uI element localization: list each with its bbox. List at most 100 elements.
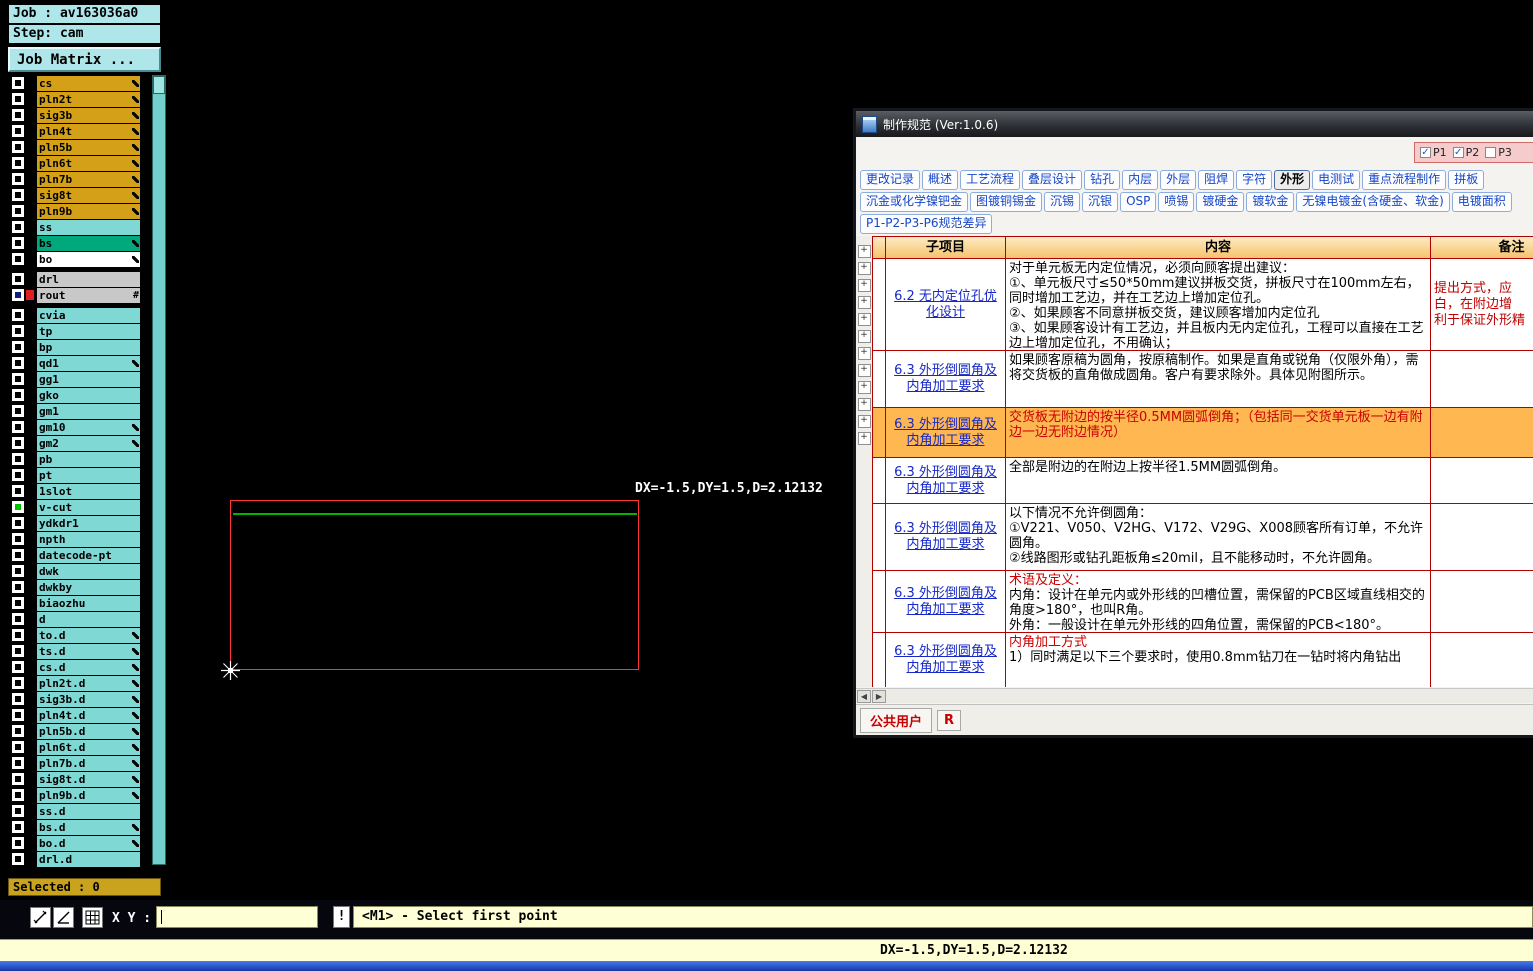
layer-row[interactable]: pln5b.d bbox=[8, 723, 150, 739]
layer-name-label[interactable]: drl bbox=[37, 271, 140, 287]
spec-tab[interactable]: 外层 bbox=[1160, 170, 1197, 190]
spec-tab[interactable]: 字符 bbox=[1236, 170, 1273, 190]
layer-name-label[interactable]: gko bbox=[37, 387, 140, 403]
layer-name-label[interactable]: pb bbox=[37, 451, 140, 467]
layer-visibility-checkbox[interactable] bbox=[12, 661, 24, 673]
layer-visibility-checkbox[interactable] bbox=[12, 125, 24, 137]
layer-name-label[interactable]: biaozhu bbox=[37, 595, 140, 611]
spec-table-row[interactable]: 6.2 无内定位孔优化设计 对于单元板无内定位情况，必须向顾客提出建议： ①、单… bbox=[873, 259, 1533, 351]
layer-name-label[interactable]: tp bbox=[37, 323, 140, 339]
layer-name-label[interactable]: bp bbox=[37, 339, 140, 355]
layer-name-label[interactable]: ss.d bbox=[37, 803, 140, 819]
layer-name-label[interactable]: pln6t bbox=[37, 155, 140, 171]
checkbox-icon[interactable]: ✓ bbox=[1452, 147, 1464, 158]
layer-row[interactable]: pt bbox=[8, 467, 150, 483]
layer-name-label[interactable]: pln7b.d bbox=[37, 755, 140, 771]
tree-expand-icon[interactable]: + bbox=[857, 432, 871, 445]
layer-row[interactable]: drl.d bbox=[8, 851, 150, 867]
r-button[interactable]: R bbox=[937, 709, 962, 731]
spec-tab[interactable]: 图镀铜锡金 bbox=[970, 192, 1043, 212]
layer-visibility-checkbox[interactable] bbox=[12, 805, 24, 817]
grid-snap-icon[interactable] bbox=[82, 907, 103, 928]
layer-visibility-checkbox[interactable] bbox=[12, 517, 24, 529]
layer-name-label[interactable]: ss bbox=[37, 219, 140, 235]
page-checkbox[interactable]: ✓ P1 bbox=[1420, 146, 1447, 159]
layer-visibility-checkbox[interactable] bbox=[12, 237, 24, 249]
tree-expand-icon[interactable]: + bbox=[857, 364, 871, 377]
spec-tab[interactable]: 沉锡 bbox=[1044, 192, 1081, 212]
layer-visibility-checkbox[interactable] bbox=[12, 109, 24, 121]
layer-name-label[interactable]: datecode-pt bbox=[37, 547, 140, 563]
spec-tab[interactable]: 镀软金 bbox=[1246, 192, 1295, 212]
layer-visibility-checkbox[interactable] bbox=[12, 821, 24, 833]
tree-expand-icon[interactable]: + bbox=[857, 330, 871, 343]
layer-row[interactable]: drl bbox=[8, 271, 150, 287]
layer-row[interactable]: npth bbox=[8, 531, 150, 547]
layer-name-label[interactable]: dwk bbox=[37, 563, 140, 579]
layer-row[interactable]: gm2 bbox=[8, 435, 150, 451]
layer-row[interactable]: ts.d bbox=[8, 643, 150, 659]
layer-row[interactable]: datecode-pt bbox=[8, 547, 150, 563]
layer-name-label[interactable]: pln9b bbox=[37, 203, 140, 219]
tree-expand-icon[interactable]: + bbox=[857, 381, 871, 394]
spec-table-row[interactable]: 6.3 外形倒圆角及内角加工要求 术语及定义： 内角：设计在单元内或外形线的凹槽… bbox=[873, 571, 1533, 633]
layer-visibility-checkbox[interactable] bbox=[12, 741, 24, 753]
tree-expand-icon[interactable]: + bbox=[857, 279, 871, 292]
layer-visibility-checkbox[interactable] bbox=[12, 757, 24, 769]
layer-visibility-checkbox[interactable] bbox=[12, 613, 24, 625]
spec-tab[interactable]: 镀硬金 bbox=[1196, 192, 1245, 212]
layer-row[interactable]: ss.d bbox=[8, 803, 150, 819]
layer-row[interactable]: pln6t bbox=[8, 155, 150, 171]
layer-visibility-checkbox[interactable] bbox=[12, 221, 24, 233]
layer-name-label[interactable]: bo bbox=[37, 251, 140, 267]
layer-visibility-checkbox[interactable] bbox=[12, 853, 24, 865]
layer-row[interactable]: pb bbox=[8, 451, 150, 467]
layer-name-label[interactable]: bs bbox=[37, 235, 140, 251]
layer-row[interactable]: sig8t.d bbox=[8, 771, 150, 787]
spec-tab[interactable]: 无镍电镀金(含硬金、软金) bbox=[1296, 192, 1450, 212]
layer-name-label[interactable]: gg1 bbox=[37, 371, 140, 387]
layer-row[interactable]: sig3b bbox=[8, 107, 150, 123]
spec-tab[interactable]: 内层 bbox=[1122, 170, 1159, 190]
layer-visibility-checkbox[interactable] bbox=[12, 709, 24, 721]
tree-expand-icon[interactable]: + bbox=[857, 415, 871, 428]
spec-tab[interactable]: P1-P2-P3-P6规范差异 bbox=[860, 214, 993, 234]
layer-row[interactable]: v-cut bbox=[8, 499, 150, 515]
spec-tab[interactable]: 电镀面积 bbox=[1451, 192, 1512, 212]
layer-visibility-checkbox[interactable] bbox=[12, 421, 24, 433]
layer-row[interactable]: bp bbox=[8, 339, 150, 355]
layer-visibility-checkbox[interactable] bbox=[12, 773, 24, 785]
layer-visibility-checkbox[interactable] bbox=[12, 77, 24, 89]
layer-name-label[interactable]: sig3b.d bbox=[37, 691, 140, 707]
layer-visibility-checkbox[interactable] bbox=[12, 693, 24, 705]
layer-row[interactable]: gm1 bbox=[8, 403, 150, 419]
spec-tab[interactable]: 电测试 bbox=[1312, 170, 1361, 190]
layer-visibility-checkbox[interactable] bbox=[12, 357, 24, 369]
layer-visibility-checkbox[interactable] bbox=[12, 289, 24, 301]
layer-visibility-checkbox[interactable] bbox=[12, 645, 24, 657]
layer-name-label[interactable]: gm1 bbox=[37, 403, 140, 419]
layer-row[interactable]: bo.d bbox=[8, 835, 150, 851]
layer-row[interactable]: to.d bbox=[8, 627, 150, 643]
tree-expand-icon[interactable]: + bbox=[857, 245, 871, 258]
spec-tab[interactable]: 重点流程制作 bbox=[1362, 170, 1447, 190]
layer-visibility-checkbox[interactable] bbox=[12, 325, 24, 337]
layer-name-label[interactable]: pln5b.d bbox=[37, 723, 140, 739]
layer-row[interactable]: pln4t.d bbox=[8, 707, 150, 723]
layer-row[interactable]: rout # bbox=[8, 287, 150, 303]
layer-visibility-checkbox[interactable] bbox=[12, 485, 24, 497]
layer-row[interactable]: pln9b.d bbox=[8, 787, 150, 803]
layer-row[interactable]: bo bbox=[8, 251, 150, 267]
checkbox-icon[interactable] bbox=[1485, 147, 1497, 158]
public-user-button[interactable]: 公共用户 bbox=[860, 707, 933, 733]
layer-row[interactable]: qd1 bbox=[8, 355, 150, 371]
layer-name-label[interactable]: dwkby bbox=[37, 579, 140, 595]
layer-visibility-checkbox[interactable] bbox=[12, 405, 24, 417]
spec-tab[interactable]: 喷锡 bbox=[1158, 192, 1195, 212]
layer-name-label[interactable]: bo.d bbox=[37, 835, 140, 851]
layer-row[interactable]: bs bbox=[8, 235, 150, 251]
layer-name-label[interactable]: qd1 bbox=[37, 355, 140, 371]
layer-list-scrollbar[interactable] bbox=[152, 75, 166, 865]
spec-table-row[interactable]: 6.3 外形倒圆角及内角加工要求 全部是附边的在附边上按半径1.5MM圆弧倒角。 bbox=[873, 458, 1533, 504]
layer-row[interactable]: gm10 bbox=[8, 419, 150, 435]
